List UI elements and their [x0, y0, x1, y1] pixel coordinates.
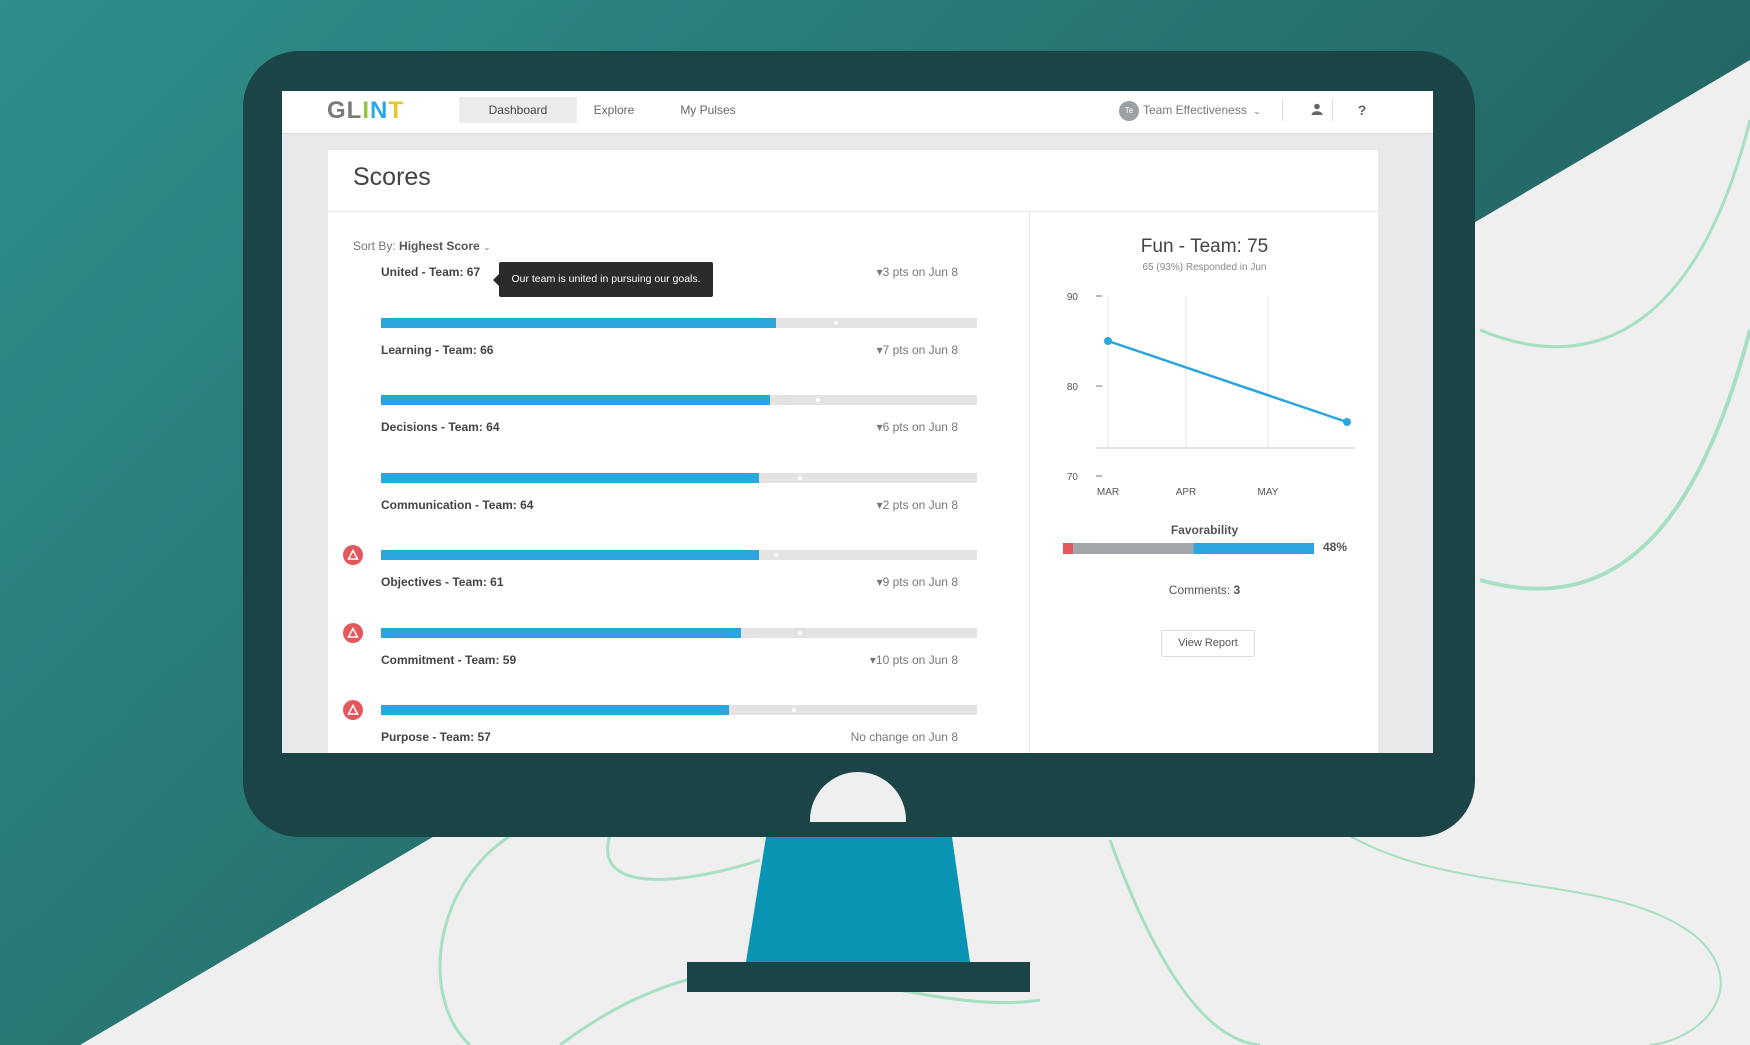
sort-label: Sort By: [353, 239, 396, 253]
alert-icon[interactable] [343, 623, 363, 643]
score-bar[interactable] [381, 395, 977, 405]
score-bar[interactable] [381, 318, 977, 328]
divider [1332, 99, 1333, 121]
x-tick-label: MAR [1097, 487, 1119, 498]
score-row-label[interactable]: Decisions - Team: 64 [381, 420, 500, 434]
comments-count: Comments: 3 [1030, 583, 1379, 597]
data-point [1104, 337, 1112, 345]
favorability-favorable [1193, 543, 1314, 554]
score-bar-fill [381, 550, 759, 560]
favorability-neutral [1073, 543, 1194, 554]
score-change: ▾7 pts on Jun 8 [876, 343, 958, 357]
series-line [1107, 339, 1348, 424]
benchmark-marker [792, 708, 797, 712]
help-icon[interactable]: ? [1351, 99, 1373, 121]
score-row-label[interactable]: Objectives - Team: 61 [381, 575, 504, 589]
score-bar-fill [381, 395, 771, 405]
chevron-down-icon: ⌄ [1253, 106, 1261, 116]
logo-part: I [362, 97, 370, 124]
score-bar[interactable] [381, 628, 977, 638]
app-screen: GLINT Dashboard Explore My Pulses Te Team… [282, 91, 1433, 753]
trend-chart: 90 80 70 MAR APR MAY [1067, 292, 1355, 498]
score-row-label[interactable]: Communication - Team: 64 [381, 498, 533, 512]
glint-logo[interactable]: GLINT [327, 97, 404, 125]
view-report-button[interactable]: View Report [1161, 630, 1255, 657]
favorability-bar [1063, 543, 1314, 554]
team-selector[interactable]: Te Team Effectiveness ⌄ [1119, 98, 1261, 122]
page-title: Scores [353, 163, 431, 191]
score-bar[interactable] [381, 705, 977, 715]
data-point [1343, 418, 1351, 426]
favorability-percent: 48% [1323, 540, 1348, 554]
detail-title: Fun - Team: 75 [1140, 236, 1269, 257]
score-bar[interactable] [381, 550, 977, 560]
tab-my-pulses[interactable]: My Pulses [668, 97, 748, 123]
score-bar-fill [381, 705, 730, 715]
team-selector-label: Team Effectiveness [1143, 103, 1247, 117]
favorability-label: Favorability [1170, 523, 1239, 537]
benchmark-marker [833, 321, 838, 325]
x-tick-label: APR [1176, 487, 1197, 498]
score-bar-fill [381, 473, 759, 483]
scores-list: Sort By: Highest Score ⌄ United - Team: … [328, 212, 1028, 753]
alert-icon[interactable] [343, 545, 363, 565]
benchmark-marker [798, 476, 803, 480]
score-row-label[interactable]: Commitment - Team: 59 [381, 653, 516, 667]
score-change: ▾2 pts on Jun 8 [876, 498, 958, 512]
divider [1282, 99, 1283, 121]
score-row-label[interactable]: United - Team: 67 [381, 265, 480, 279]
score-row-label[interactable]: Learning - Team: 66 [381, 343, 493, 357]
team-avatar: Te [1119, 100, 1139, 121]
benchmark-marker [774, 553, 779, 557]
tab-explore[interactable]: Explore [577, 97, 651, 123]
chevron-down-icon: ⌄ [483, 242, 491, 252]
score-row-label[interactable]: Purpose - Team: 57 [381, 730, 491, 744]
score-change: ▾10 pts on Jun 8 [869, 653, 958, 667]
sort-dropdown[interactable]: Sort By: Highest Score ⌄ [353, 239, 491, 253]
favorability-unfavorable [1063, 543, 1074, 554]
score-bar-fill [381, 318, 777, 328]
score-change: ▾3 pts on Jun 8 [876, 265, 958, 279]
score-change: ▾6 pts on Jun 8 [876, 420, 958, 434]
y-tick-label: 70 [1067, 472, 1079, 483]
top-nav-bar: GLINT Dashboard Explore My Pulses Te Team… [282, 91, 1433, 134]
tab-dashboard[interactable]: Dashboard [459, 97, 577, 123]
logo-part: N [370, 97, 389, 124]
score-bar-fill [381, 628, 741, 638]
y-tick-label: 90 [1067, 292, 1079, 303]
alert-icon[interactable] [343, 700, 363, 720]
score-change: ▾9 pts on Jun 8 [876, 575, 958, 589]
card-header: Scores [328, 150, 1378, 212]
y-tick-label: 80 [1067, 382, 1079, 393]
user-icon[interactable] [1306, 99, 1328, 121]
dimension-tooltip: Our team is united in pursuing our goals… [493, 262, 713, 297]
score-bar[interactable] [381, 473, 977, 483]
comments-label: Comments: [1168, 583, 1231, 597]
detail-subtitle: 65 (93%) Responded in Jun [1142, 262, 1267, 273]
benchmark-marker [798, 631, 803, 635]
logo-part: T [388, 97, 405, 124]
comments-number: 3 [1233, 583, 1241, 597]
logo-part: GL [327, 97, 363, 124]
score-change: No change on Jun 8 [850, 730, 958, 744]
x-tick-label: MAY [1258, 487, 1279, 498]
scores-card: Scores Sort By: Highest Score ⌄ United -… [328, 150, 1378, 753]
detail-panel: Fun - Team: 75 65 (93%) Responded in Jun… [1029, 212, 1379, 753]
sort-value: Highest Score [399, 239, 480, 253]
benchmark-marker [816, 398, 821, 402]
